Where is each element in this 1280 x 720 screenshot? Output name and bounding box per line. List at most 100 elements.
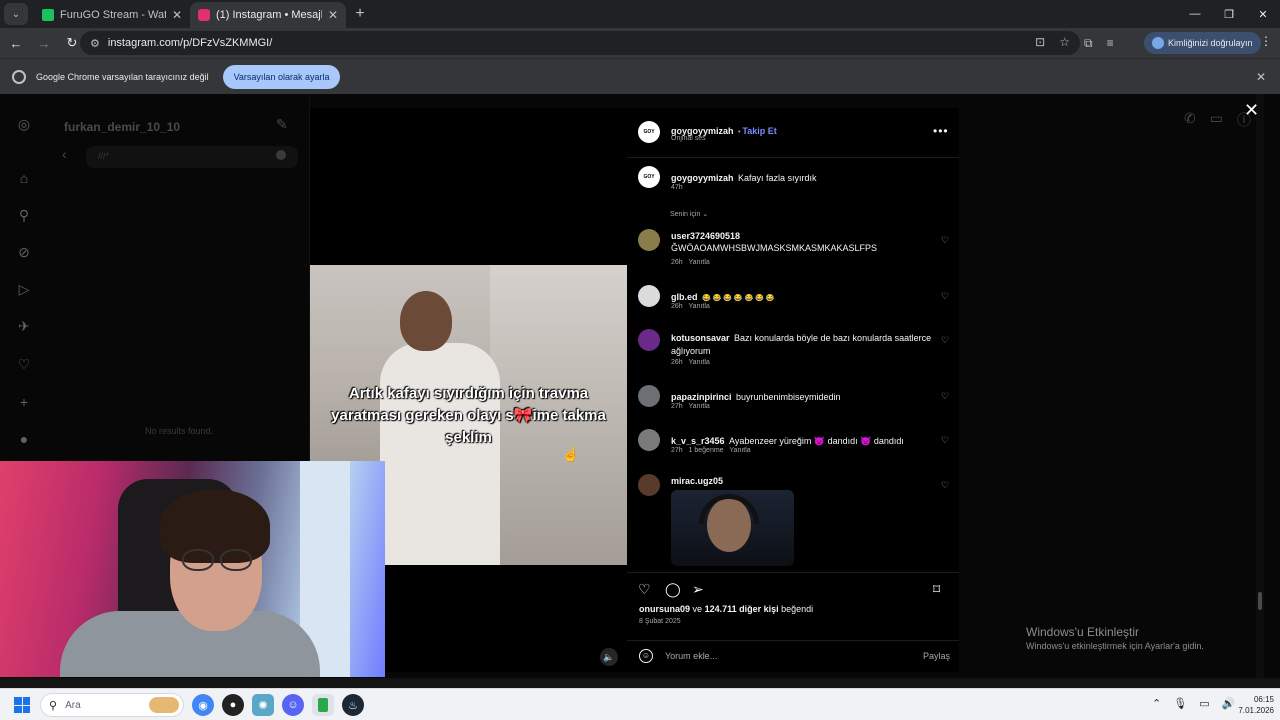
notifications-icon[interactable]: ♡ bbox=[16, 356, 32, 372]
search-input[interactable]: ///* bbox=[86, 146, 298, 168]
likes-username[interactable]: onursuna09 bbox=[639, 604, 690, 614]
comment-username[interactable]: glb.ed bbox=[671, 292, 698, 302]
commenter-avatar[interactable] bbox=[638, 229, 660, 251]
horizontal-scrollbar[interactable] bbox=[0, 678, 1280, 688]
comment-username[interactable]: user3724690518 bbox=[671, 231, 740, 241]
commenter-avatar[interactable] bbox=[638, 285, 660, 307]
author-avatar[interactable]: GOY bbox=[638, 166, 660, 188]
instagram-logo-icon[interactable]: ◎ bbox=[16, 116, 32, 132]
app-icon[interactable]: ● bbox=[222, 694, 244, 716]
comment-input[interactable]: Yorum ekle... bbox=[665, 651, 717, 661]
commenter-avatar[interactable] bbox=[638, 329, 660, 351]
sort-comments-dropdown[interactable]: Senin için ⌄ bbox=[670, 210, 708, 218]
comment-text: ĞWÖAOAMWHSBWJMASKSMKASMKAKASLFPS bbox=[671, 243, 878, 253]
new-tab-button[interactable]: + bbox=[350, 5, 370, 23]
chrome-menu-icon[interactable]: ⋮ bbox=[1260, 34, 1272, 48]
close-tab-icon[interactable]: ✕ bbox=[328, 8, 338, 22]
like-comment-icon[interactable]: ♡ bbox=[941, 480, 949, 491]
create-icon[interactable]: + bbox=[16, 394, 32, 410]
reply-button[interactable]: Yanıtla bbox=[689, 359, 710, 366]
like-comment-icon[interactable]: ♡ bbox=[941, 335, 949, 346]
discord-icon[interactable]: ☺ bbox=[282, 694, 304, 716]
comment-bubble-icon[interactable]: ◯ bbox=[665, 581, 681, 598]
like-heart-icon[interactable]: ♡ bbox=[638, 581, 651, 598]
comment-username[interactable]: k_v_s_r3456 bbox=[671, 436, 725, 446]
site-info-icon[interactable]: ⚙ bbox=[90, 37, 100, 50]
follow-button[interactable]: Takip Et bbox=[742, 126, 776, 136]
like-comment-icon[interactable]: ♡ bbox=[941, 291, 949, 302]
chrome-icon[interactable]: ◉ bbox=[192, 694, 214, 716]
clear-search-icon[interactable] bbox=[276, 150, 286, 160]
microphone-icon[interactable]: 🎙 bbox=[1173, 697, 1187, 710]
tab-instagram[interactable]: (1) Instagram • Mesajlar ✕ bbox=[190, 2, 346, 28]
caption-text: Kafayı fazla sıyırdık bbox=[737, 173, 817, 183]
search-highlight-image[interactable] bbox=[149, 697, 179, 713]
like-comment-icon[interactable]: ♡ bbox=[941, 435, 949, 446]
reels-icon[interactable]: ▷ bbox=[16, 281, 32, 297]
likes-count[interactable]: 124.711 diğer kişi bbox=[705, 604, 779, 614]
tab-search-button[interactable]: ⌄ bbox=[4, 3, 28, 25]
page-scrollbar[interactable] bbox=[1256, 94, 1264, 688]
share-send-icon[interactable]: ➢ bbox=[692, 581, 704, 598]
like-comment-icon[interactable]: ♡ bbox=[941, 391, 949, 402]
caption-username[interactable]: goygoyymizah bbox=[671, 173, 734, 183]
new-message-icon[interactable]: ✎ bbox=[276, 116, 288, 133]
reply-button[interactable]: Yanıtla bbox=[729, 447, 750, 454]
commenter-avatar[interactable] bbox=[638, 474, 660, 496]
bookmark-star-icon[interactable]: ☆ bbox=[1059, 35, 1070, 49]
like-comment-icon[interactable]: ♡ bbox=[941, 235, 949, 246]
reply-button[interactable]: Yanıtla bbox=[689, 259, 710, 266]
more-options-icon[interactable]: ••• bbox=[933, 124, 949, 138]
tray-chevron-icon[interactable]: ⌃ bbox=[1152, 697, 1161, 710]
likes-summary[interactable]: onursuna09 ve 124.711 diğer kişi beğendi bbox=[639, 604, 813, 614]
tab-furugo[interactable]: FuruGO Stream - Watch Live on ✕ bbox=[34, 2, 190, 28]
address-bar[interactable]: ⚙ instagram.com/p/DFzVsZKMMGI/ ⊡ ☆ bbox=[80, 31, 1080, 55]
comment-time: 26h bbox=[671, 259, 683, 266]
search-icon[interactable]: ⚲ bbox=[16, 207, 32, 223]
restore-button[interactable]: ❐ bbox=[1212, 0, 1246, 28]
start-button[interactable] bbox=[14, 697, 30, 713]
comment-username[interactable]: papazinpirinci bbox=[671, 392, 732, 402]
minimize-button[interactable]: — bbox=[1178, 0, 1212, 28]
windows-activation-watermark: Windows'u Etkinleştir Windows'u etkinleş… bbox=[1026, 625, 1204, 651]
set-default-button[interactable]: Varsayılan olarak ayarla bbox=[222, 64, 341, 89]
save-bookmark-icon[interactable]: ⌑ bbox=[933, 581, 940, 598]
extensions-icon[interactable]: ⧉ bbox=[1084, 36, 1093, 51]
post-comment-button[interactable]: Paylaş bbox=[923, 651, 950, 661]
forward-button[interactable]: → bbox=[32, 36, 56, 51]
video-call-icon[interactable]: ▭ bbox=[1210, 110, 1223, 130]
taskbar-search[interactable]: ⚲ Ara bbox=[40, 693, 184, 717]
close-modal-icon[interactable]: ✕ bbox=[1244, 100, 1259, 121]
steam-icon[interactable]: ♨ bbox=[342, 694, 364, 716]
phone-call-icon[interactable]: ✆ bbox=[1184, 110, 1196, 130]
network-app-icon[interactable]: ✺ bbox=[252, 694, 274, 716]
close-infobar-icon[interactable]: ✕ bbox=[1256, 70, 1266, 84]
comment-username[interactable]: kotusonsavar bbox=[671, 333, 730, 343]
author-avatar[interactable]: GOY bbox=[638, 121, 660, 143]
install-app-icon[interactable]: ⊡ bbox=[1035, 35, 1045, 49]
commenter-avatar[interactable] bbox=[638, 385, 660, 407]
explore-icon[interactable]: ⊘ bbox=[16, 244, 32, 260]
emoji-icon[interactable]: ☺ bbox=[639, 649, 653, 663]
verify-identity-button[interactable]: Kimliğinizi doğrulayın bbox=[1144, 32, 1261, 54]
furugo-icon[interactable] bbox=[312, 694, 334, 716]
close-tab-icon[interactable]: ✕ bbox=[172, 8, 182, 22]
profile-icon[interactable]: ● bbox=[16, 431, 32, 447]
commenter-avatar[interactable] bbox=[638, 429, 660, 451]
mute-icon[interactable]: 🔈 bbox=[600, 648, 618, 666]
close-window-button[interactable]: ✕ bbox=[1246, 0, 1280, 28]
messages-icon[interactable]: ✈ bbox=[16, 318, 32, 334]
reading-list-icon[interactable]: ≡ bbox=[1107, 36, 1114, 50]
reply-button[interactable]: Yanıtla bbox=[689, 403, 710, 410]
back-arrow-icon[interactable]: ‹ bbox=[62, 146, 67, 162]
reply-button[interactable]: Yanıtla bbox=[689, 303, 710, 310]
audio-label[interactable]: Orijinal ses bbox=[671, 135, 706, 142]
account-username[interactable]: furkan_demir_10_10 bbox=[64, 120, 180, 134]
comment-likes[interactable]: 1 beğenme bbox=[689, 447, 724, 454]
comment-image[interactable] bbox=[671, 490, 794, 566]
system-clock[interactable]: 06:15 7.01.2026 bbox=[1228, 694, 1274, 716]
home-icon[interactable]: ⌂ bbox=[16, 170, 32, 186]
comment-username[interactable]: mirac.ugz05 bbox=[671, 476, 723, 486]
back-button[interactable]: ← bbox=[4, 36, 28, 51]
network-icon[interactable]: ▭ bbox=[1199, 697, 1209, 710]
